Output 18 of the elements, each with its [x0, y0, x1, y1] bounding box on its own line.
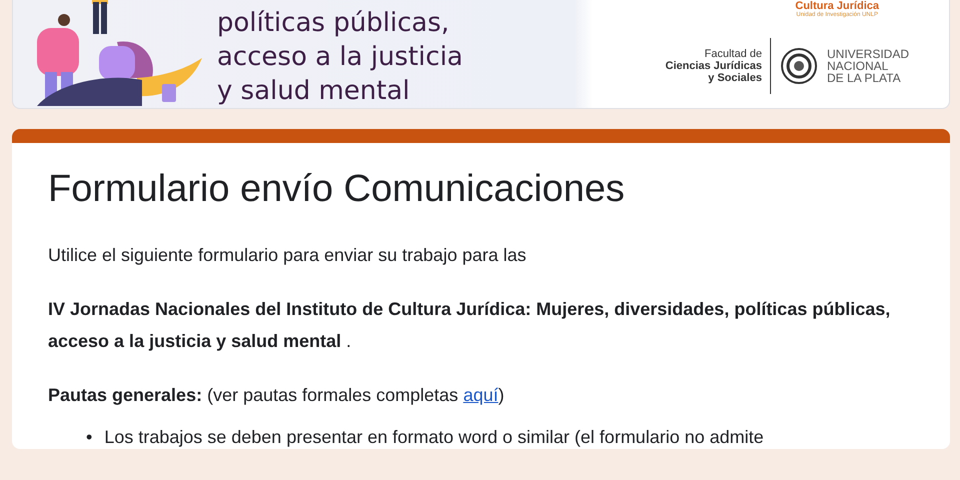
- bullet-text: Los trabajos se deben presentar en formato word o similar (el formulario no admite: [104, 426, 764, 449]
- banner-title-line: y salud mental: [217, 75, 411, 108]
- faculty-name-line: Ciencias Jurídicas: [665, 60, 762, 72]
- seal-icon: [778, 46, 819, 86]
- unit-name: Cultura Jurídica: [795, 0, 879, 12]
- event-text: IV Jornadas Nacionales del Instituto de Cultura Jurídica: Mujeres, diversidades, políticas públicas, acceso a la justicia y salud mental .: [48, 298, 892, 353]
- university-name-line: UNIVERSIDAD: [826, 48, 909, 60]
- guidelines-text: Pautas generales: (ver pautas formales completas aquí): [48, 384, 506, 407]
- intro-text: Utilice el siguiente formulario para enviar su trabajo para las: [48, 244, 528, 267]
- guidelines-link[interactable]: aquí: [463, 385, 498, 405]
- faculty-name-line: Facultad de: [704, 48, 762, 60]
- banner-title-line: acceso a la justicia: [217, 41, 463, 74]
- bullet-marker: •: [86, 426, 92, 449]
- university-name-line: DE LA PLATA: [826, 72, 902, 84]
- form-title: Formulario envío Comunicaciones: [48, 167, 626, 212]
- university-name-line: NACIONAL: [826, 60, 890, 72]
- banner-title-line: políticas públicas,: [217, 7, 450, 40]
- faculty-name-line: y Sociales: [707, 72, 762, 84]
